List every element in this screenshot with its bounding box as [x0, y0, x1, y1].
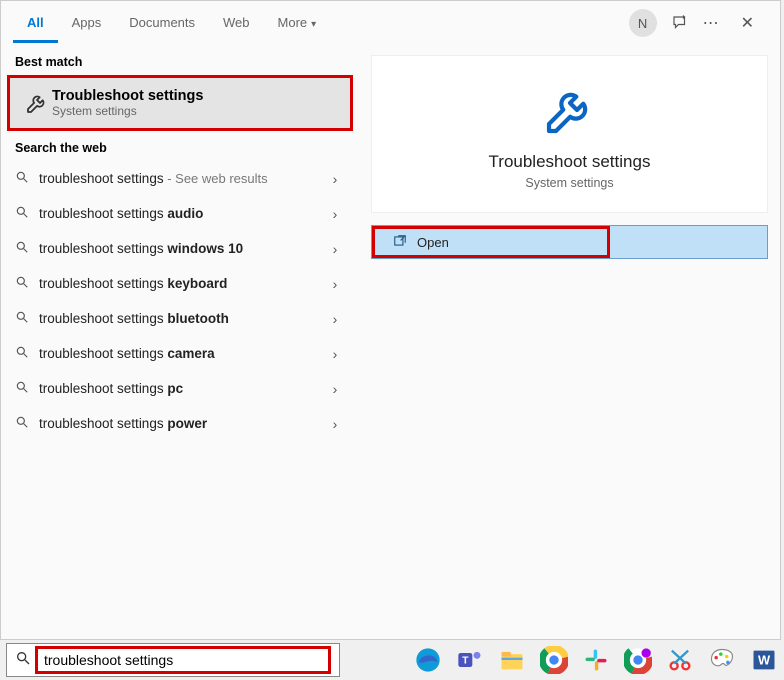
best-match-title: Troubleshoot settings	[52, 88, 203, 104]
filter-tabs: All Apps Documents Web More▾	[13, 3, 330, 43]
action-row: Open	[371, 225, 768, 259]
open-button[interactable]: Open	[372, 226, 610, 258]
search-icon	[15, 205, 39, 222]
search-icon	[15, 240, 39, 257]
search-icon	[15, 380, 39, 397]
taskbar-slack[interactable]	[578, 642, 614, 678]
wrench-icon	[382, 82, 757, 138]
preview-title: Troubleshoot settings	[382, 152, 757, 172]
web-results: troubleshoot settings - See web results›…	[1, 161, 359, 441]
taskbar-edge[interactable]	[410, 642, 446, 678]
web-result-text: troubleshoot settings keyboard	[39, 276, 325, 291]
taskbar-teams[interactable]: T	[452, 642, 488, 678]
search-icon	[15, 345, 39, 362]
taskbar-snip[interactable]	[662, 642, 698, 678]
svg-text:T: T	[462, 655, 469, 667]
search-query-highlight: troubleshoot settings	[35, 646, 331, 674]
wrench-icon	[22, 91, 52, 115]
web-result-text: troubleshoot settings camera	[39, 346, 325, 361]
chevron-right-icon: ›	[325, 206, 345, 222]
search-icon	[15, 275, 39, 292]
chevron-right-icon: ›	[325, 276, 345, 292]
section-best-match: Best match	[1, 45, 359, 75]
web-result-item[interactable]: troubleshoot settings power›	[1, 406, 359, 441]
taskbar-chrome[interactable]	[536, 642, 572, 678]
tab-more[interactable]: More▾	[264, 3, 331, 43]
web-result-text: troubleshoot settings power	[39, 416, 325, 431]
best-match-subtitle: System settings	[52, 104, 203, 118]
search-panel: All Apps Documents Web More▾ N ⋯ ✕ Best …	[0, 0, 781, 640]
svg-text:W: W	[758, 653, 771, 668]
search-icon	[15, 310, 39, 327]
web-result-item[interactable]: troubleshoot settings bluetooth›	[1, 301, 359, 336]
web-result-text: troubleshoot settings - See web results	[39, 171, 325, 186]
web-result-text: troubleshoot settings windows 10	[39, 241, 325, 256]
open-icon	[393, 234, 407, 251]
chevron-right-icon: ›	[325, 171, 345, 187]
tab-documents[interactable]: Documents	[115, 3, 209, 43]
preview-card: Troubleshoot settings System settings	[371, 55, 768, 213]
search-icon	[15, 415, 39, 432]
header: All Apps Documents Web More▾ N ⋯ ✕	[1, 1, 780, 45]
chevron-right-icon: ›	[325, 416, 345, 432]
search-icon	[15, 170, 39, 187]
section-search-web: Search the web	[1, 131, 359, 161]
preview-pane: Troubleshoot settings System settings Op…	[359, 45, 780, 639]
web-result-item[interactable]: troubleshoot settings pc›	[1, 371, 359, 406]
open-label: Open	[417, 235, 449, 250]
body: Best match Troubleshoot settings System …	[1, 45, 780, 639]
taskbar-chrome-alt[interactable]	[620, 642, 656, 678]
search-query: troubleshoot settings	[44, 652, 173, 668]
chevron-right-icon: ›	[325, 311, 345, 327]
chevron-right-icon: ›	[325, 346, 345, 362]
results-list: Best match Troubleshoot settings System …	[1, 45, 359, 639]
taskbar-paint[interactable]	[704, 642, 740, 678]
best-match-item[interactable]: Troubleshoot settings System settings	[7, 75, 353, 131]
taskbar-word[interactable]: W	[746, 642, 782, 678]
web-result-text: troubleshoot settings audio	[39, 206, 325, 221]
web-result-item[interactable]: troubleshoot settings camera›	[1, 336, 359, 371]
feedback-icon[interactable]	[671, 14, 689, 32]
web-result-item[interactable]: troubleshoot settings keyboard›	[1, 266, 359, 301]
web-result-item[interactable]: troubleshoot settings - See web results›	[1, 161, 359, 196]
taskbar: troubleshoot settings T W	[0, 640, 784, 680]
close-button[interactable]: ✕	[733, 9, 762, 37]
web-result-text: troubleshoot settings bluetooth	[39, 311, 325, 326]
web-result-text: troubleshoot settings pc	[39, 381, 325, 396]
action-rest[interactable]	[610, 226, 767, 258]
chevron-right-icon: ›	[325, 241, 345, 257]
chevron-down-icon: ▾	[311, 19, 316, 30]
header-actions: N ⋯ ✕	[629, 9, 768, 37]
tab-apps[interactable]: Apps	[58, 3, 116, 43]
tab-all[interactable]: All	[13, 3, 58, 43]
user-avatar[interactable]: N	[629, 9, 657, 37]
preview-subtitle: System settings	[382, 176, 757, 190]
more-options-icon[interactable]: ⋯	[703, 13, 719, 33]
taskbar-apps: T W	[410, 642, 782, 678]
web-result-item[interactable]: troubleshoot settings audio›	[1, 196, 359, 231]
taskbar-explorer[interactable]	[494, 642, 530, 678]
search-input-box[interactable]: troubleshoot settings	[6, 643, 340, 677]
chevron-right-icon: ›	[325, 381, 345, 397]
preview-actions: Open	[371, 225, 768, 259]
web-result-item[interactable]: troubleshoot settings windows 10›	[1, 231, 359, 266]
search-icon	[15, 650, 35, 671]
tab-web[interactable]: Web	[209, 3, 264, 43]
best-match-text: Troubleshoot settings System settings	[52, 88, 203, 118]
